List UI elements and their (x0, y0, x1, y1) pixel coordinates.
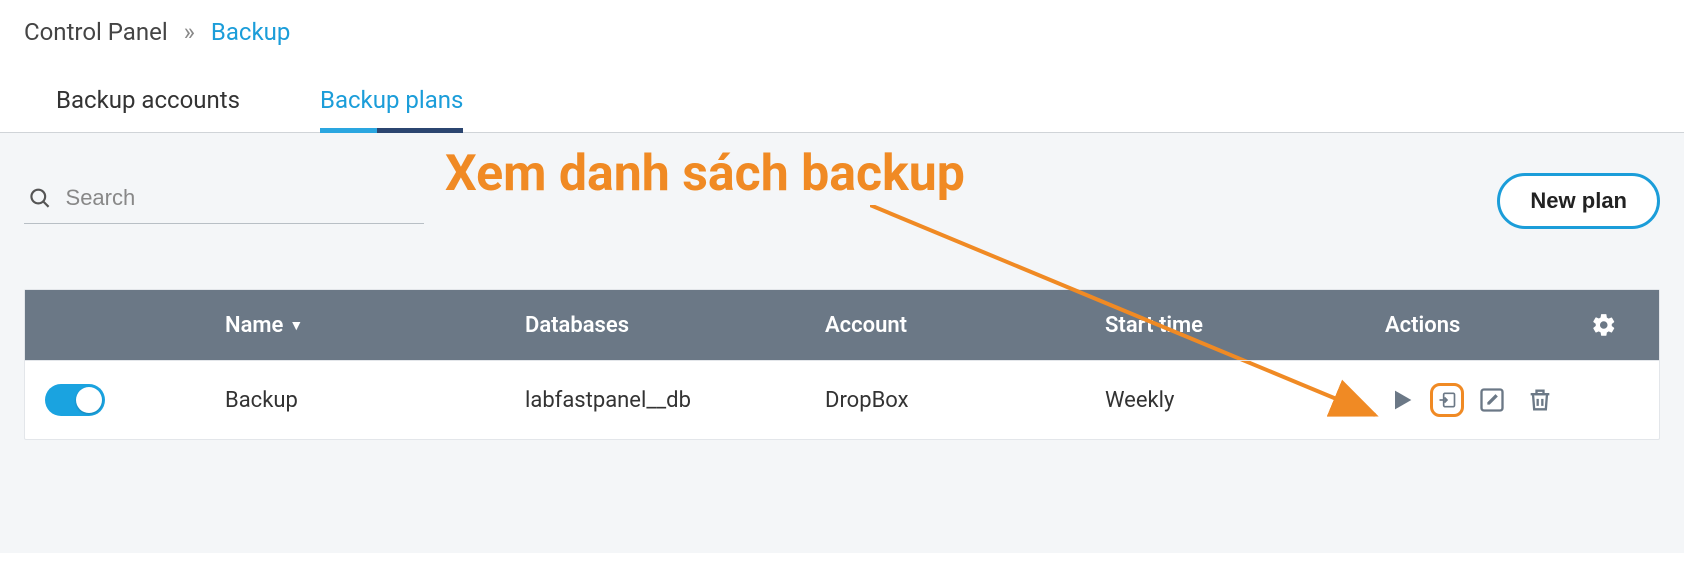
cell-account: DropBox (825, 388, 1105, 413)
cell-databases: labfastpanel__db (525, 388, 825, 413)
cell-toggle (45, 384, 225, 416)
edit-icon (1478, 386, 1506, 414)
breadcrumb-separator: » (184, 18, 195, 46)
enter-icon (1437, 386, 1457, 414)
backup-plans-table: Name ▼ Databases Account Start time Acti… (24, 289, 1660, 440)
view-backups-button[interactable] (1430, 383, 1464, 417)
search-field[interactable] (24, 179, 424, 224)
trash-icon (1526, 386, 1554, 414)
table-body: Backup labfastpanel__db DropBox Weekly (25, 360, 1659, 439)
tab-backup-plans[interactable]: Backup plans (320, 86, 463, 132)
breadcrumb-root[interactable]: Control Panel (24, 18, 168, 46)
cell-name: Backup (225, 388, 525, 413)
toggle-knob (76, 387, 102, 413)
enable-toggle[interactable] (45, 384, 105, 416)
toolbar: New plan (24, 173, 1660, 229)
col-name[interactable]: Name ▼ (225, 313, 525, 338)
breadcrumb: Control Panel » Backup (0, 0, 1684, 46)
delete-button[interactable] (1523, 383, 1557, 417)
run-button[interactable] (1385, 383, 1419, 417)
col-name-label: Name (225, 313, 283, 338)
col-settings[interactable] (1569, 312, 1639, 338)
col-account[interactable]: Account (825, 313, 1105, 338)
col-databases[interactable]: Databases (525, 313, 825, 338)
edit-button[interactable] (1475, 383, 1509, 417)
table-row: Backup labfastpanel__db DropBox Weekly (25, 360, 1659, 439)
table-header: Name ▼ Databases Account Start time Acti… (25, 290, 1659, 360)
tabs: Backup accounts Backup plans (0, 46, 1684, 133)
gear-icon (1591, 312, 1617, 338)
cell-start-time: Weekly (1105, 388, 1385, 413)
content-area: Xem danh sách backup New plan Name ▼ Dat… (0, 133, 1684, 553)
cell-actions (1385, 383, 1569, 417)
col-actions: Actions (1385, 313, 1569, 338)
tab-backup-accounts[interactable]: Backup accounts (56, 86, 240, 132)
col-start-time[interactable]: Start time (1105, 313, 1385, 338)
search-icon (28, 185, 52, 211)
new-plan-button[interactable]: New plan (1497, 173, 1660, 229)
sort-caret-icon: ▼ (289, 317, 303, 334)
breadcrumb-current[interactable]: Backup (211, 18, 290, 46)
play-icon (1388, 386, 1416, 414)
search-input[interactable] (66, 185, 420, 211)
